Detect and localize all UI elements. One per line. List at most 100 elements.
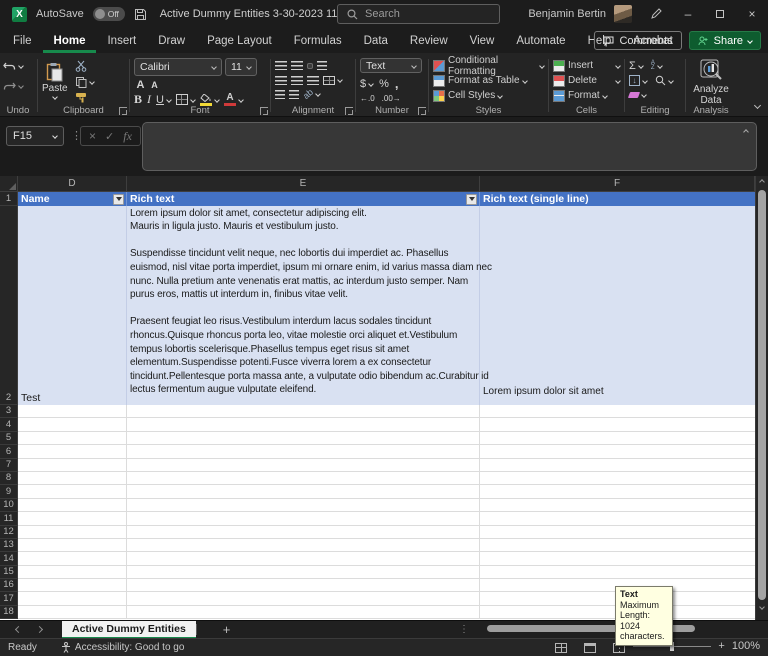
tab-page-layout[interactable]: Page Layout <box>196 28 283 53</box>
normal-view-icon[interactable] <box>555 643 567 653</box>
font-color-button[interactable]: A <box>224 94 243 106</box>
minimize-button[interactable]: – <box>672 0 704 28</box>
comma-button[interactable]: , <box>395 76 399 91</box>
scroll-down-icon[interactable] <box>759 604 765 610</box>
empty-cell[interactable] <box>480 566 755 579</box>
user-name[interactable]: Benjamin Bertin <box>528 8 606 20</box>
zoom-level[interactable]: 100% <box>732 640 760 652</box>
decrease-decimal-button[interactable]: .00→ <box>382 94 401 103</box>
orientation-button[interactable]: ab <box>303 89 320 99</box>
row-header-4[interactable]: 4 <box>0 418 18 431</box>
empty-cell[interactable] <box>18 405 127 418</box>
empty-cell[interactable] <box>127 579 480 592</box>
accessibility-status[interactable]: Accessibility: Good to go <box>61 642 185 653</box>
insert-cells-button[interactable]: Insert <box>553 58 620 73</box>
sort-filter-button[interactable]: AZ <box>651 61 662 71</box>
row-header-16[interactable]: 16 <box>0 579 18 592</box>
tab-review[interactable]: Review <box>399 28 459 53</box>
cell-e1[interactable]: Rich text <box>127 192 480 206</box>
autosave-toggle[interactable]: Off <box>93 7 125 21</box>
save-icon[interactable] <box>134 8 147 21</box>
increase-indent-button[interactable] <box>289 90 299 99</box>
format-painter-button[interactable] <box>75 92 94 103</box>
empty-cell[interactable] <box>480 459 755 472</box>
tab-formulas[interactable]: Formulas <box>283 28 353 53</box>
filter-button[interactable] <box>466 194 477 205</box>
merge-center-button[interactable] <box>323 76 342 85</box>
empty-cell[interactable] <box>127 445 480 458</box>
tab-data[interactable]: Data <box>353 28 399 53</box>
align-bottom-button[interactable] <box>307 63 313 69</box>
empty-cell[interactable] <box>480 418 755 431</box>
empty-cell[interactable] <box>480 445 755 458</box>
column-header-e[interactable]: E <box>127 176 480 192</box>
empty-cell[interactable] <box>480 499 755 512</box>
row-header-18[interactable]: 18 <box>0 606 18 619</box>
zoom-in-button[interactable]: + <box>718 640 724 652</box>
empty-cell[interactable] <box>18 459 127 472</box>
font-size-select[interactable]: 11 <box>225 58 257 76</box>
tab-file[interactable]: File <box>2 28 43 53</box>
comments-button[interactable]: Comments <box>594 31 681 50</box>
empty-cell[interactable] <box>18 606 127 619</box>
empty-cell[interactable] <box>480 405 755 418</box>
empty-cell[interactable] <box>18 566 127 579</box>
empty-cell[interactable] <box>18 432 127 445</box>
paste-button[interactable]: Paste <box>42 62 68 99</box>
empty-cell[interactable] <box>127 526 480 539</box>
empty-cell[interactable] <box>480 526 755 539</box>
empty-cell[interactable] <box>127 405 480 418</box>
row-header-9[interactable]: 9 <box>0 485 18 498</box>
avatar[interactable] <box>614 5 632 23</box>
empty-cell[interactable] <box>480 552 755 565</box>
tab-home[interactable]: Home <box>43 28 97 53</box>
excel-app-icon[interactable]: X <box>12 7 27 22</box>
empty-cell[interactable] <box>18 445 127 458</box>
previous-sheet-icon[interactable] <box>15 626 22 633</box>
empty-cell[interactable] <box>127 552 480 565</box>
cell-f1[interactable]: Rich text (single line) <box>480 192 755 206</box>
align-right-button[interactable] <box>307 76 319 85</box>
select-all-corner[interactable] <box>0 176 18 192</box>
empty-cell[interactable] <box>127 432 480 445</box>
autosum-button[interactable]: Σ <box>629 60 643 72</box>
clear-button[interactable] <box>629 92 646 98</box>
shrink-font-button[interactable]: A <box>149 80 160 90</box>
format-as-table-button[interactable]: Format as Table <box>433 73 544 88</box>
row-header-7[interactable]: 7 <box>0 459 18 472</box>
next-sheet-icon[interactable] <box>36 626 43 633</box>
vertical-scrollbar-thumb[interactable] <box>758 190 766 600</box>
number-format-select[interactable]: Text <box>360 58 422 73</box>
row-header-15[interactable]: 15 <box>0 566 18 579</box>
empty-cell[interactable] <box>127 459 480 472</box>
empty-cell[interactable] <box>18 512 127 525</box>
cell-f2[interactable]: Lorem ipsum dolor sit amet <box>480 206 755 405</box>
row-header-8[interactable]: 8 <box>0 472 18 485</box>
empty-cell[interactable] <box>18 592 127 605</box>
empty-cell[interactable] <box>127 566 480 579</box>
empty-cell[interactable] <box>127 592 480 605</box>
insert-function-button[interactable]: fx <box>123 129 132 144</box>
sheet-tab-active[interactable]: Active Dummy Entities <box>62 621 196 639</box>
row-header-6[interactable]: 6 <box>0 445 18 458</box>
cancel-button[interactable]: × <box>89 129 96 143</box>
empty-cell[interactable] <box>127 418 480 431</box>
row-header-1[interactable]: 1 <box>0 192 18 206</box>
undo-button[interactable] <box>3 58 33 74</box>
row-header-12[interactable]: 12 <box>0 526 18 539</box>
redo-button[interactable] <box>3 78 33 94</box>
cut-button[interactable] <box>75 60 94 72</box>
tab-insert[interactable]: Insert <box>96 28 147 53</box>
alignment-dialog-launcher[interactable] <box>345 107 353 115</box>
analyze-data-button[interactable]: Analyze Data <box>690 58 732 106</box>
page-layout-view-icon[interactable] <box>584 643 596 653</box>
font-dialog-launcher[interactable] <box>260 107 268 115</box>
wrap-text-button[interactable] <box>317 61 327 70</box>
empty-cell[interactable] <box>480 485 755 498</box>
empty-cell[interactable] <box>127 539 480 552</box>
align-top-button[interactable] <box>275 61 287 70</box>
clipboard-dialog-launcher[interactable] <box>119 107 127 115</box>
row-header-11[interactable]: 11 <box>0 512 18 525</box>
column-header-f[interactable]: F <box>480 176 755 192</box>
empty-cell[interactable] <box>18 472 127 485</box>
